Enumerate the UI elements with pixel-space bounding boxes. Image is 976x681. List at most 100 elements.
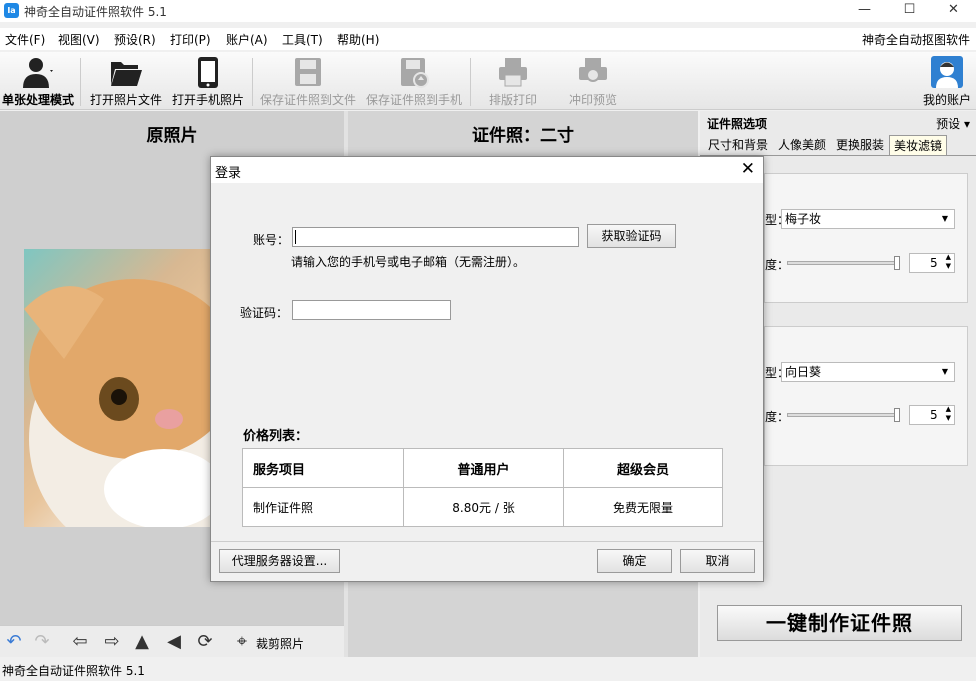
open-phone-label: 打开手机照片 (171, 93, 244, 107)
open-file-label: 打开照片文件 (89, 93, 162, 107)
folder-icon (111, 62, 142, 86)
close-icon[interactable]: ✕ (741, 159, 755, 179)
menu-bar: 文件(F) 视图(V) 预设(R) 打印(P) 账户(A) 工具(T) 帮助(H… (0, 28, 976, 50)
login-dialog: 登录 ✕ 账号： 获取验证码 请输入您的手机号或电子邮箱（无需注册）。 验证码：… (210, 156, 764, 582)
options-title: 证件照选项 (707, 117, 768, 131)
my-account-label: 我的账户 (922, 93, 971, 107)
slider-thumb[interactable] (894, 256, 900, 270)
dialog-body: 账号： 获取验证码 请输入您的手机号或电子邮箱（无需注册）。 验证码： 价格列表… (211, 183, 763, 541)
tab-change-clothes[interactable]: 更换服装 (832, 135, 888, 155)
slider-thumb[interactable] (894, 408, 900, 422)
undo-icon[interactable]: ↶ (2, 630, 26, 654)
filter-type-value: 向日葵 (785, 365, 822, 379)
menu-tools[interactable]: 工具(T) (282, 31, 323, 48)
menu-preset[interactable]: 预设(R) (114, 31, 156, 48)
photo-tools-bar: ↶ ↷ ⇦ ⇨ ▲ ◀ ⟳ ⌖ 裁剪照片 (0, 625, 344, 657)
dropdown-arrow-icon: ▼ (941, 214, 948, 223)
dialog-footer: 代理服务器设置... 确定 取消 (211, 541, 763, 581)
menu-account[interactable]: 账户(A) (226, 31, 268, 48)
flip-vertical-icon[interactable]: ◀ (162, 630, 186, 654)
spin-arrows-icon[interactable]: ▲ ▼ (946, 253, 951, 271)
table-header-row: 服务项目 普通用户 超级会员 (242, 448, 723, 488)
maximize-button[interactable]: ☐ (887, 0, 932, 22)
window-title: 神奇全自动证件照软件 5.1 (24, 5, 167, 19)
tab-size-background[interactable]: 尺寸和背景 (704, 135, 772, 155)
preset-label: 预设 (936, 117, 961, 131)
table-header: 超级会员 (563, 448, 723, 488)
preset-dropdown[interactable]: 预设 ▾ (936, 115, 970, 132)
table-row: 制作证件照 8.80元 / 张 免费无限量 (242, 487, 723, 527)
make-id-photo-button[interactable]: 一键制作证件照 (717, 605, 962, 641)
tab-makeup-filter[interactable]: 美妆滤镜 (889, 135, 948, 155)
cancel-button[interactable]: 取消 (680, 549, 755, 573)
code-input[interactable] (292, 300, 451, 320)
rotate-right-icon[interactable]: ⇨ (100, 630, 124, 654)
open-phone-button[interactable]: 打开手机照片 (168, 54, 248, 108)
save-file-button[interactable]: 保存证件照到文件 (256, 54, 360, 108)
print-preview-icon (579, 58, 607, 82)
table-cell: 免费无限量 (563, 487, 723, 527)
dropdown-arrow-icon: ▼ (941, 367, 948, 376)
makeup-type-select[interactable]: 梅子妆 ▼ (781, 209, 955, 229)
filter-strength-label: 度： (765, 410, 790, 424)
menu-help[interactable]: 帮助(H) (337, 31, 379, 48)
reset-icon[interactable]: ⟳ (193, 630, 217, 654)
filter-strength-spinner[interactable]: 5 ▲ ▼ (909, 405, 955, 425)
layout-print-button[interactable]: 排版打印 (478, 54, 548, 108)
filter-strength-slider[interactable] (787, 408, 900, 422)
toolbar-divider (470, 58, 471, 106)
cutout-software-link[interactable]: 神奇全自动抠图软件 (862, 31, 970, 48)
filter-strength-value: 5 (930, 408, 938, 422)
price-list-title: 价格列表： (243, 429, 309, 444)
title-bar: Ia 神奇全自动证件照软件 5.1 — ☐ ✕ (0, 0, 976, 22)
print-preview-label: 冲印预览 (568, 93, 617, 107)
open-file-button[interactable]: 打开照片文件 (86, 54, 166, 108)
person-icon (23, 58, 53, 88)
ok-button[interactable]: 确定 (597, 549, 672, 573)
table-header: 普通用户 (403, 448, 564, 488)
rotate-left-icon[interactable]: ⇦ (68, 630, 92, 654)
crop-icon[interactable]: ⌖ (230, 630, 254, 654)
account-input[interactable] (292, 227, 579, 247)
get-code-button[interactable]: 获取验证码 (587, 224, 676, 248)
save-phone-label: 保存证件照到手机 (365, 93, 462, 107)
menu-file[interactable]: 文件(F) (5, 31, 45, 48)
phone-icon (198, 57, 218, 88)
table-cell: 制作证件照 (242, 487, 404, 527)
makeup-type-value: 梅子妆 (785, 212, 822, 226)
status-bar: 神奇全自动证件照软件 5.1 (0, 662, 976, 681)
save-phone-button[interactable]: 保存证件照到手机 (362, 54, 466, 108)
table-cell: 8.80元 / 张 (403, 487, 564, 527)
original-photo-title: 原照片 (146, 126, 198, 146)
makeup-strength-label: 度： (765, 258, 790, 272)
print-preview-button[interactable]: 冲印预览 (558, 54, 628, 108)
spin-arrows-icon[interactable]: ▲ ▼ (946, 405, 951, 423)
avatar-icon (931, 56, 963, 88)
makeup-strength-value: 5 (930, 256, 938, 270)
printer-icon (499, 58, 527, 87)
layout-print-label: 排版打印 (488, 93, 537, 107)
app-icon: Ia (4, 3, 19, 18)
crop-label[interactable]: 裁剪照片 (256, 635, 304, 652)
makeup-group: 型： 梅子妆 ▼ 度： 5 ▲ ▼ (764, 173, 968, 303)
redo-icon[interactable]: ↷ (30, 630, 54, 654)
menu-print[interactable]: 打印(P) (170, 31, 211, 48)
single-mode-button[interactable]: 单张处理模式 (0, 54, 76, 108)
filter-type-select[interactable]: 向日葵 ▼ (781, 362, 955, 382)
tab-portrait-beauty[interactable]: 人像美颜 (774, 135, 830, 155)
proxy-settings-button[interactable]: 代理服务器设置... (219, 549, 340, 573)
save-to-phone-icon (401, 58, 429, 88)
close-button[interactable]: ✕ (931, 0, 976, 22)
single-mode-label: 单张处理模式 (1, 93, 74, 107)
makeup-strength-slider[interactable] (787, 256, 900, 270)
menu-view[interactable]: 视图(V) (58, 31, 100, 48)
makeup-strength-spinner[interactable]: 5 ▲ ▼ (909, 253, 955, 273)
minimize-button[interactable]: — (842, 0, 887, 22)
original-photo-image[interactable] (24, 249, 259, 559)
my-account-button[interactable]: 我的账户 (918, 54, 976, 108)
flip-horizontal-icon[interactable]: ▲ (130, 630, 154, 654)
options-header: 证件照选项 预设 ▾ (700, 111, 976, 133)
cat-photo (24, 279, 259, 559)
id-photo-title: 证件照：二寸 (472, 126, 574, 146)
code-label: 验证码： (240, 306, 289, 320)
